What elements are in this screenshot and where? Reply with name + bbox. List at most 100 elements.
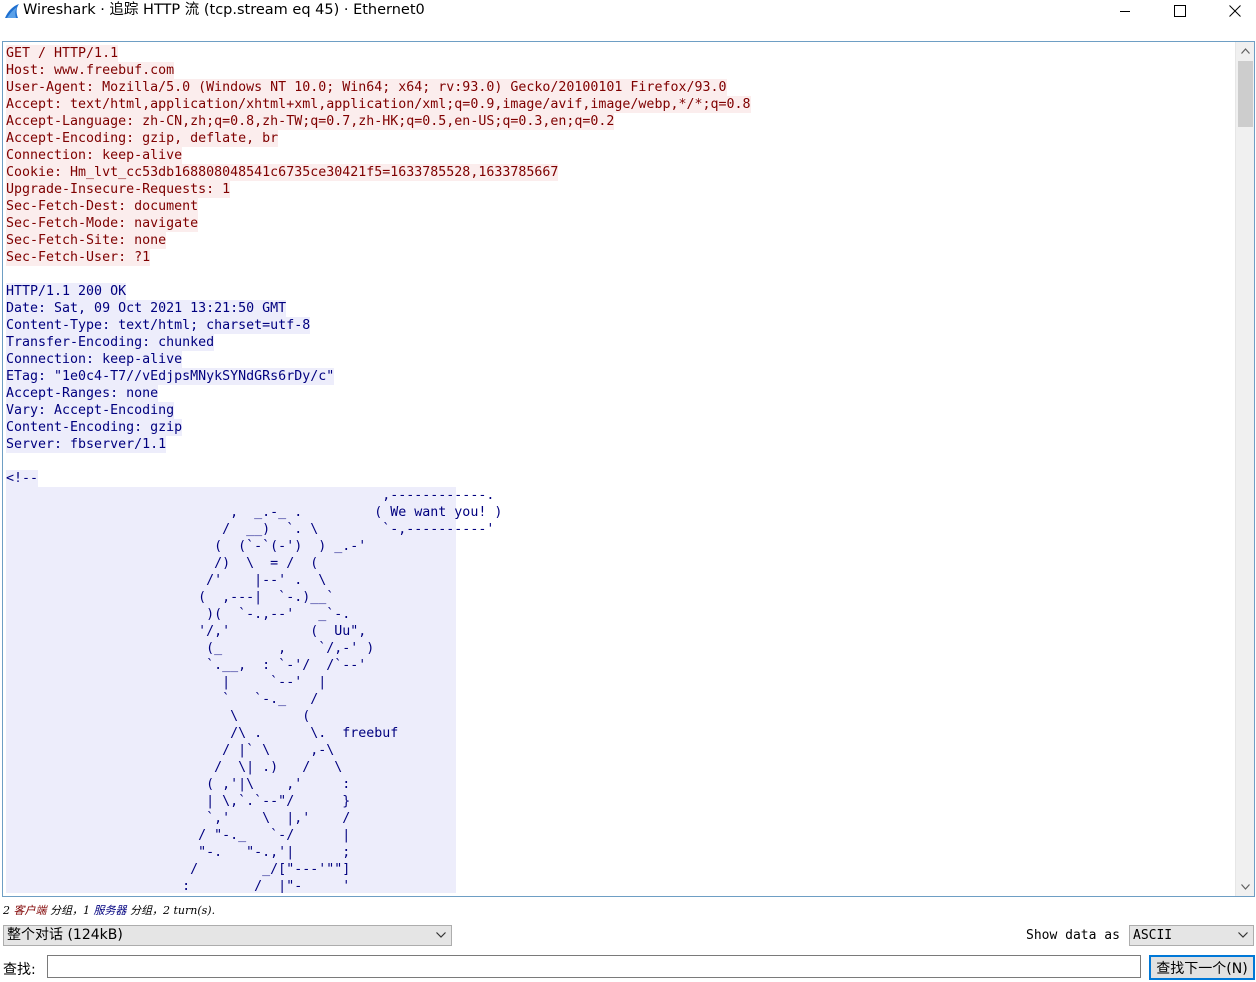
ascii-art-line: `,' \ |,' / (6, 811, 351, 826)
maximize-button[interactable] (1157, 0, 1203, 22)
ascii-art-line: ( ,'|\ ,' : (6, 777, 351, 792)
stream-text-view[interactable]: GET / HTTP/1.1 Host: www.freebuf.com User-… (2, 41, 1255, 897)
server-response-line: Server: fbserver/1.1 (6, 436, 1234, 453)
ascii-art-line: "-. "-.,'| ; (6, 845, 351, 860)
stream-content: GET / HTTP/1.1 Host: www.freebuf.com User-… (6, 45, 1234, 893)
client-request-line-text: Sec-Fetch-Dest: document (6, 198, 199, 215)
client-request-line: Sec-Fetch-Site: none (6, 232, 1234, 249)
client-request-line-text: Sec-Fetch-Site: none (6, 232, 167, 249)
ascii-art-line: , _.-_ . ( We want you! ) (6, 505, 503, 520)
server-response-line-text: Server: fbserver/1.1 (6, 436, 167, 453)
client-request-line: Upgrade-Insecure-Requests: 1 (6, 181, 1234, 198)
server-response-line-text: Vary: Accept-Encoding (6, 402, 175, 419)
title-bar: Wireshark · 追踪 HTTP 流 (tcp.stream eq 45)… (0, 0, 1256, 24)
show-data-as-select[interactable]: ASCII (1129, 925, 1254, 946)
minimize-icon (1120, 11, 1130, 12)
ascii-art-line: ( (`-`(-') ) _.-' (6, 539, 367, 554)
scroll-up-button[interactable] (1236, 42, 1254, 60)
show-data-as-value: ASCII (1133, 928, 1173, 943)
server-response-line: Transfer-Encoding: chunked (6, 334, 1234, 351)
server-response-line: Date: Sat, 09 Oct 2021 13:21:50 GMT (6, 300, 1234, 317)
ascii-art-line: | `--' | (6, 675, 327, 690)
ascii-art-line: ,------------. (6, 488, 495, 503)
conversation-select[interactable]: 整个对话 (124kB) (3, 925, 452, 946)
html-comment-open-line: <!-- (6, 470, 39, 487)
client-request-line: Sec-Fetch-Mode: navigate (6, 215, 1234, 232)
vertical-scrollbar[interactable] (1235, 42, 1254, 896)
scroll-down-button[interactable] (1236, 878, 1254, 896)
client-request-line-text: Sec-Fetch-User: ?1 (6, 249, 151, 266)
client-request-line: GET / HTTP/1.1 (6, 45, 1234, 62)
ascii-art-line: / \| .) / \ (6, 760, 343, 775)
minimize-button[interactable] (1102, 0, 1148, 22)
ascii-art-line: ` `-._ / (6, 692, 319, 707)
ascii-art-line: | \,`.`--"/ } (6, 794, 351, 809)
client-request-line-text: Accept-Language: zh-CN,zh;q=0.8,zh-TW;q=… (6, 113, 615, 130)
ascii-art-line: / _/["---'""] (6, 862, 351, 877)
ascii-art-block: ,------------. , _.-_ . ( We want you! )… (6, 487, 503, 893)
ascii-art-line: (_ , `/,-' ) (6, 641, 375, 656)
ascii-art-line: '/,' ( Uu", (6, 624, 367, 639)
ascii-art-line: `.__, : `-'/ /`--' (6, 658, 367, 673)
server-response-line-text: Connection: keep-alive (6, 351, 183, 368)
ascii-art-line: )( `-.,--' _`-. (6, 607, 351, 622)
ascii-art-line: /\ . \. freebuf (6, 726, 399, 741)
client-request-line-text: Connection: keep-alive (6, 147, 183, 164)
close-icon (1229, 5, 1241, 17)
status-middle: 分组，1 (46, 904, 94, 917)
maximize-icon (1174, 5, 1186, 17)
client-request-line-text: Accept: text/html,application/xhtml+xml,… (6, 96, 751, 113)
client-request-line-text: Host: www.freebuf.com (6, 62, 175, 79)
stream-summary-status: 2 客户端 分组，1 服务器 分组，2 turn(s). (3, 902, 215, 918)
client-request-line: Accept: text/html,application/xhtml+xml,… (6, 96, 1234, 113)
client-request-line: Connection: keep-alive (6, 147, 1234, 164)
close-button[interactable] (1212, 0, 1256, 22)
chevron-down-icon (1241, 884, 1250, 890)
server-response-line-text: Content-Type: text/html; charset=utf-8 (6, 317, 311, 334)
server-response-line-text: ETag: "1e0c4-T7//vEdjpsMNykSYNdGRs6rDy/c… (6, 368, 335, 385)
server-response-line-text: HTTP/1.1 200 OK (6, 283, 127, 300)
wireshark-fin-icon (5, 4, 19, 18)
chevron-down-icon (1238, 932, 1248, 938)
status-prefix: 2 (3, 904, 14, 917)
scrollbar-thumb[interactable] (1238, 61, 1253, 127)
window-title: Wireshark · 追踪 HTTP 流 (tcp.stream eq 45)… (23, 2, 425, 18)
find-input[interactable] (47, 955, 1141, 978)
chevron-up-icon (1241, 48, 1250, 54)
chevron-down-icon (436, 932, 446, 938)
server-response-line: HTTP/1.1 200 OK (6, 283, 1234, 300)
ascii-art-line: /' |--' . \ (6, 573, 327, 588)
ascii-art-line: / "-._ `-/ | (6, 828, 351, 843)
server-response-line-text: Transfer-Encoding: chunked (6, 334, 215, 351)
client-request-line: Cookie: Hm_lvt_cc53db168808048541c6735ce… (6, 164, 1234, 181)
client-request-line-text: GET / HTTP/1.1 (6, 45, 119, 62)
client-request-line-text: Upgrade-Insecure-Requests: 1 (6, 181, 231, 198)
server-response-line-text: Date: Sat, 09 Oct 2021 13:21:50 GMT (6, 300, 287, 317)
ascii-art-line: : / |"- ' (6, 879, 351, 893)
client-request-line: Accept-Language: zh-CN,zh;q=0.8,zh-TW;q=… (6, 113, 1234, 130)
client-request-line-text: Sec-Fetch-Mode: navigate (6, 215, 199, 232)
server-response-line: ETag: "1e0c4-T7//vEdjpsMNykSYNdGRs6rDy/c… (6, 368, 1234, 385)
client-request-line: User-Agent: Mozilla/5.0 (Windows NT 10.0… (6, 79, 1234, 96)
conversation-select-value: 整个对话 (124kB) (7, 927, 123, 943)
client-request-line-text: Accept-Encoding: gzip, deflate, br (6, 130, 279, 147)
show-data-as-label: Show data as (1026, 928, 1120, 943)
ascii-art-line: / __) `. \ `-,----------' (6, 522, 495, 537)
status-server-word: 服务器 (93, 904, 127, 917)
client-request-block: GET / HTTP/1.1 Host: www.freebuf.com User-… (6, 45, 1234, 266)
server-response-line-text: Accept-Ranges: none (6, 385, 159, 402)
client-request-line: Sec-Fetch-Dest: document (6, 198, 1234, 215)
client-request-line: Accept-Encoding: gzip, deflate, br (6, 130, 1234, 147)
ascii-art-line: / |` \ ,-\ (6, 743, 335, 758)
server-response-line: Vary: Accept-Encoding (6, 402, 1234, 419)
find-next-button[interactable]: 查找下一个(N) (1149, 955, 1255, 980)
client-request-line-text: User-Agent: Mozilla/5.0 (Windows NT 10.0… (6, 79, 727, 96)
client-request-line-text: Cookie: Hm_lvt_cc53db168808048541c6735ce… (6, 164, 559, 181)
server-response-line-text: Content-Encoding: gzip (6, 419, 183, 436)
client-request-line: Host: www.freebuf.com (6, 62, 1234, 79)
ascii-art-line: /) \ = / ( (6, 556, 319, 571)
status-client-word: 客户端 (13, 904, 47, 917)
server-response-line: Content-Encoding: gzip (6, 419, 1234, 436)
